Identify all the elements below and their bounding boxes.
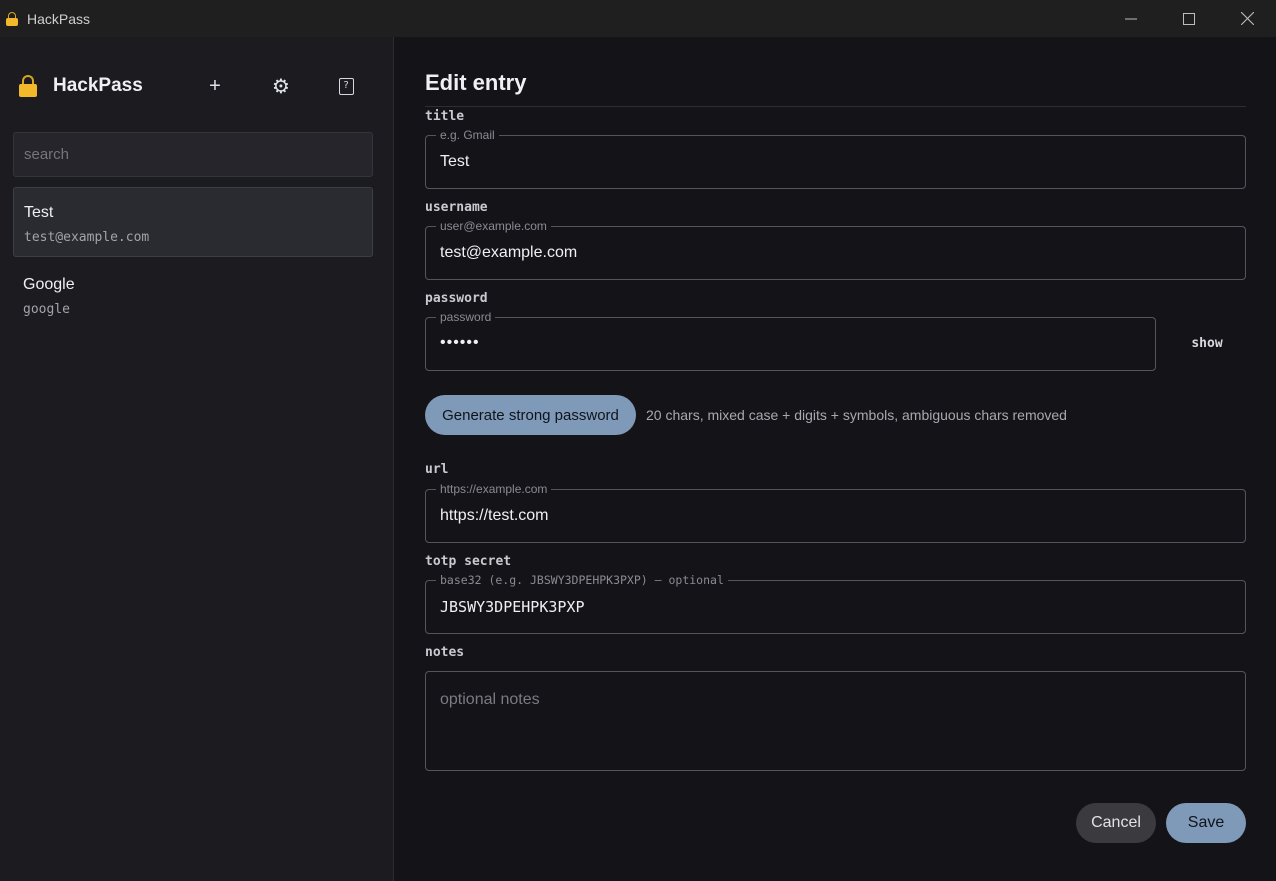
brand-name: HackPass [53, 75, 143, 96]
minimize-button[interactable] [1102, 0, 1160, 37]
entry-list-item[interactable]: Google google [13, 260, 373, 330]
save-button[interactable]: Save [1166, 803, 1246, 843]
minimize-icon [1125, 18, 1137, 19]
generate-hint: 20 chars, mixed case + digits + symbols,… [646, 407, 1067, 423]
entry-title: Google [23, 276, 75, 293]
window-title: HackPass [27, 10, 91, 27]
url-field[interactable]: https://example.com https://test.com [425, 481, 1246, 543]
generate-password-button[interactable]: Generate strong password [425, 395, 636, 435]
divider [425, 106, 1246, 107]
totp-label: totp secret [425, 554, 512, 569]
password-value: •••••• [440, 334, 480, 351]
totp-hint: base32 (e.g. JBSWY3DPEHPK3PXP) — optiona… [436, 572, 728, 588]
username-field[interactable]: user@example.com test@example.com [425, 218, 1246, 280]
password-field[interactable]: password •••••• [425, 309, 1156, 371]
key-box-icon: ? [338, 77, 354, 95]
window-controls [1102, 0, 1276, 37]
url-value: https://test.com [440, 507, 549, 524]
close-icon [1240, 12, 1254, 25]
cancel-button[interactable]: Cancel [1076, 803, 1156, 843]
maximize-button[interactable] [1160, 0, 1218, 37]
cancel-label: Cancel [1091, 814, 1141, 831]
totp-field[interactable]: base32 (e.g. JBSWY3DPEHPK3PXP) — optiona… [425, 572, 1246, 634]
title-value: Test [440, 153, 470, 170]
title-bar: HackPass [0, 0, 1276, 37]
title-label: title [425, 109, 465, 124]
generate-password-label: Generate strong password [442, 406, 619, 424]
notes-field[interactable]: optional notes [425, 671, 1246, 771]
title-hint: e.g. Gmail [436, 127, 499, 143]
plus-icon: + [209, 74, 221, 97]
app-lock-icon [6, 11, 18, 26]
search-input[interactable] [13, 132, 373, 177]
username-hint: user@example.com [436, 218, 551, 234]
settings-button[interactable]: ⚙ [267, 73, 295, 99]
show-password-button[interactable]: show [1179, 336, 1235, 358]
url-hint: https://example.com [436, 481, 552, 497]
entry-subtitle: google [23, 302, 70, 317]
notes-label: notes [425, 645, 465, 660]
totp-value: JBSWY3DPEHPK3PXP [440, 598, 585, 616]
entry-subtitle: test@example.com [24, 230, 150, 245]
title-field[interactable]: e.g. Gmail Test [425, 127, 1246, 189]
maximize-icon [1183, 12, 1195, 25]
save-label: Save [1187, 814, 1225, 831]
password-hint: password [436, 309, 496, 325]
entry-title: Test [24, 204, 54, 221]
sidebar-header: HackPass + ⚙ ? [0, 37, 394, 132]
entry-list-item[interactable]: Test test@example.com [13, 187, 373, 257]
notes-placeholder: optional notes [440, 691, 540, 708]
gear-icon: ⚙ [272, 75, 290, 98]
lock-vault-button[interactable]: ? [332, 73, 360, 99]
page-title: Edit entry [425, 70, 527, 95]
password-label: password [425, 291, 488, 306]
brand-lock-icon [19, 75, 37, 97]
username-label: username [425, 200, 488, 215]
username-value: test@example.com [440, 244, 578, 261]
url-label: url [425, 462, 449, 477]
add-entry-button[interactable]: + [201, 73, 229, 99]
sidebar: HackPass + ⚙ ? Test test@example.com Goo… [0, 37, 394, 881]
close-button[interactable] [1218, 0, 1276, 37]
edit-panel: Edit entry title e.g. Gmail Test usernam… [395, 37, 1276, 881]
